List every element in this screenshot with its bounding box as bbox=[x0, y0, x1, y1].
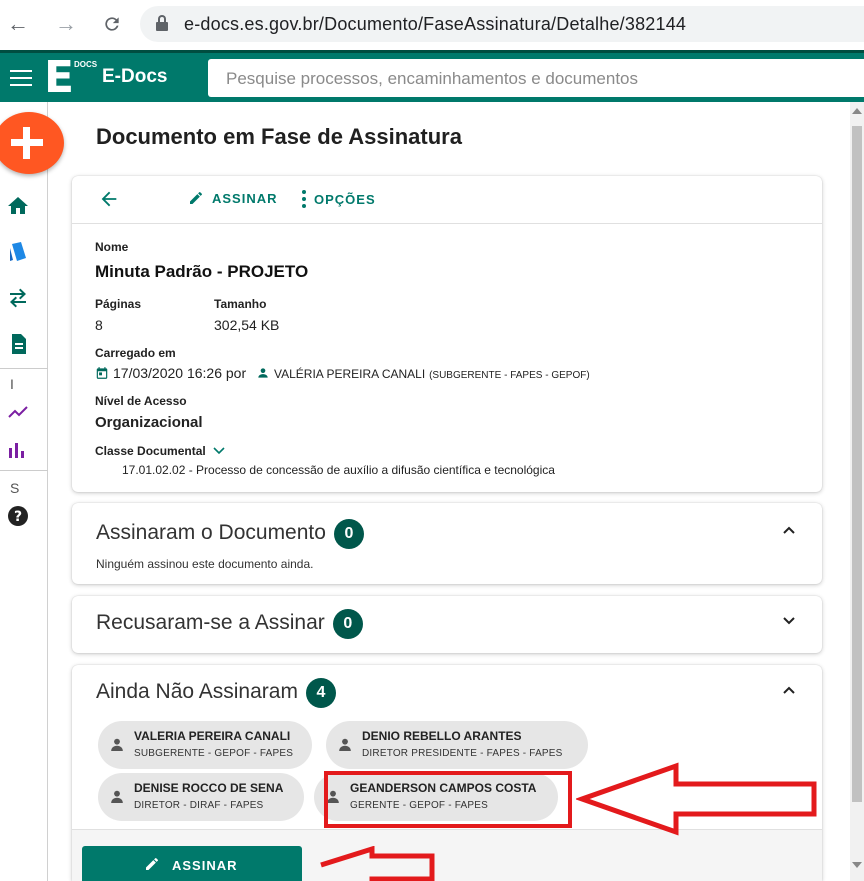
left-rail: I S ? bbox=[0, 102, 48, 881]
signed-count-badge: 0 bbox=[333, 519, 364, 549]
access-value: Organizacional bbox=[95, 414, 203, 431]
pending-person-chip[interactable]: DENIO REBELLO ARANTES DIRETOR PRESIDENTE… bbox=[326, 721, 588, 769]
signed-title: Assinaram o Documento 0 bbox=[96, 519, 364, 549]
document-details-card: ASSINAR OPÇÕES Nome Minuta Padrão - PROJ… bbox=[72, 176, 822, 492]
transfer-icon[interactable] bbox=[6, 286, 30, 310]
browser-chrome: ← → e-docs.es.gov.br/Documento/FaseAssin… bbox=[0, 0, 864, 50]
app-header: E DOCS E-Docs Pesquise processos, encami… bbox=[0, 50, 864, 102]
bar-chart-icon[interactable] bbox=[6, 438, 30, 462]
more-vert-icon bbox=[302, 190, 306, 208]
person-icon bbox=[339, 738, 351, 751]
toolbar-options-button[interactable]: OPÇÕES bbox=[302, 190, 376, 208]
chevron-down-icon[interactable] bbox=[782, 616, 796, 626]
person-icon bbox=[111, 790, 123, 803]
help-icon[interactable]: ? bbox=[6, 504, 30, 528]
document-name: Minuta Padrão - PROJETO bbox=[95, 262, 309, 281]
pages-label: Páginas bbox=[95, 297, 142, 311]
url-text: e-docs.es.gov.br/Documento/FaseAssinatur… bbox=[184, 14, 687, 34]
class-toggle[interactable]: Classe Documental bbox=[95, 444, 225, 458]
access-label: Nível de Acesso bbox=[95, 394, 187, 408]
pending-count-badge: 4 bbox=[305, 678, 336, 708]
class-value: 17.01.02.02 - Processo de concessão de a… bbox=[122, 463, 555, 477]
size-value: 302,54 KB bbox=[214, 317, 280, 333]
pages-value: 8 bbox=[95, 317, 103, 333]
document-toolbar: ASSINAR OPÇÕES bbox=[72, 176, 822, 224]
pencil-icon bbox=[190, 191, 202, 204]
size-label: Tamanho bbox=[214, 297, 267, 311]
pending-person-chip[interactable]: VALERIA PEREIRA CANALI SUBGERENTE - GEPO… bbox=[98, 721, 312, 769]
rail-letter-s: S bbox=[10, 480, 20, 496]
signed-section: Assinaram o Documento 0 Ninguém assinou e… bbox=[72, 503, 822, 584]
annotation-arrow-icon bbox=[320, 846, 435, 881]
search-input[interactable]: Pesquise processos, encaminhamentos e do… bbox=[208, 59, 864, 97]
scrollbar-thumb[interactable] bbox=[852, 126, 862, 802]
file-icon[interactable] bbox=[6, 332, 30, 356]
page-title: Documento em Fase de Assinatura bbox=[96, 124, 462, 149]
name-label: Nome bbox=[95, 240, 129, 254]
chevron-down-icon bbox=[213, 447, 225, 455]
calendar-icon bbox=[96, 367, 108, 379]
pencil-icon bbox=[146, 857, 158, 870]
scroll-up-icon[interactable] bbox=[852, 108, 862, 114]
annotation-arrow-icon bbox=[576, 762, 817, 836]
toolbar-sign-button[interactable]: ASSINAR bbox=[188, 190, 278, 206]
person-icon bbox=[258, 368, 268, 378]
edocs-logo[interactable]: E DOCS bbox=[44, 55, 97, 101]
documents-icon[interactable] bbox=[6, 240, 30, 264]
signed-note: Ninguém assinou este documento ainda. bbox=[96, 557, 314, 571]
chevron-up-icon[interactable] bbox=[782, 525, 796, 535]
home-icon[interactable] bbox=[6, 194, 30, 218]
chevron-up-icon[interactable] bbox=[782, 685, 796, 695]
pending-title: Ainda Não Assinaram 4 bbox=[96, 678, 336, 708]
trend-icon[interactable] bbox=[6, 400, 30, 424]
pending-person-chip[interactable]: DENISE ROCCO DE SENA DIRETOR - DIRAF - F… bbox=[98, 773, 304, 821]
sign-button[interactable]: ASSINAR bbox=[82, 846, 302, 881]
menu-icon[interactable] bbox=[10, 70, 32, 86]
refused-section: Recusaram-se a Assinar 0 bbox=[72, 596, 822, 653]
uploaded-label: Carregado em bbox=[95, 346, 176, 360]
rail-letter-i: I bbox=[10, 376, 14, 392]
uploaded-info: 17/03/2020 16:26 por VALÉRIA PEREIRA CAN… bbox=[95, 365, 590, 381]
address-bar[interactable]: e-docs.es.gov.br/Documento/FaseAssinatur… bbox=[140, 6, 864, 42]
search-placeholder: Pesquise processos, encaminhamentos e do… bbox=[226, 69, 639, 88]
person-icon bbox=[111, 738, 123, 751]
svg-text:?: ? bbox=[14, 509, 22, 525]
lock-icon bbox=[156, 15, 168, 31]
add-fab-button[interactable] bbox=[0, 112, 64, 174]
scroll-down-icon[interactable] bbox=[852, 862, 862, 868]
browser-forward-icon[interactable]: → bbox=[52, 10, 80, 38]
app-title[interactable]: E-Docs bbox=[102, 66, 167, 88]
back-arrow-icon[interactable] bbox=[98, 188, 120, 210]
browser-back-icon[interactable]: ← bbox=[4, 10, 32, 38]
refused-title: Recusaram-se a Assinar 0 bbox=[96, 609, 363, 639]
browser-reload-icon[interactable] bbox=[98, 10, 126, 38]
refused-count-badge: 0 bbox=[332, 609, 363, 639]
annotation-highlight-box bbox=[324, 771, 572, 828]
